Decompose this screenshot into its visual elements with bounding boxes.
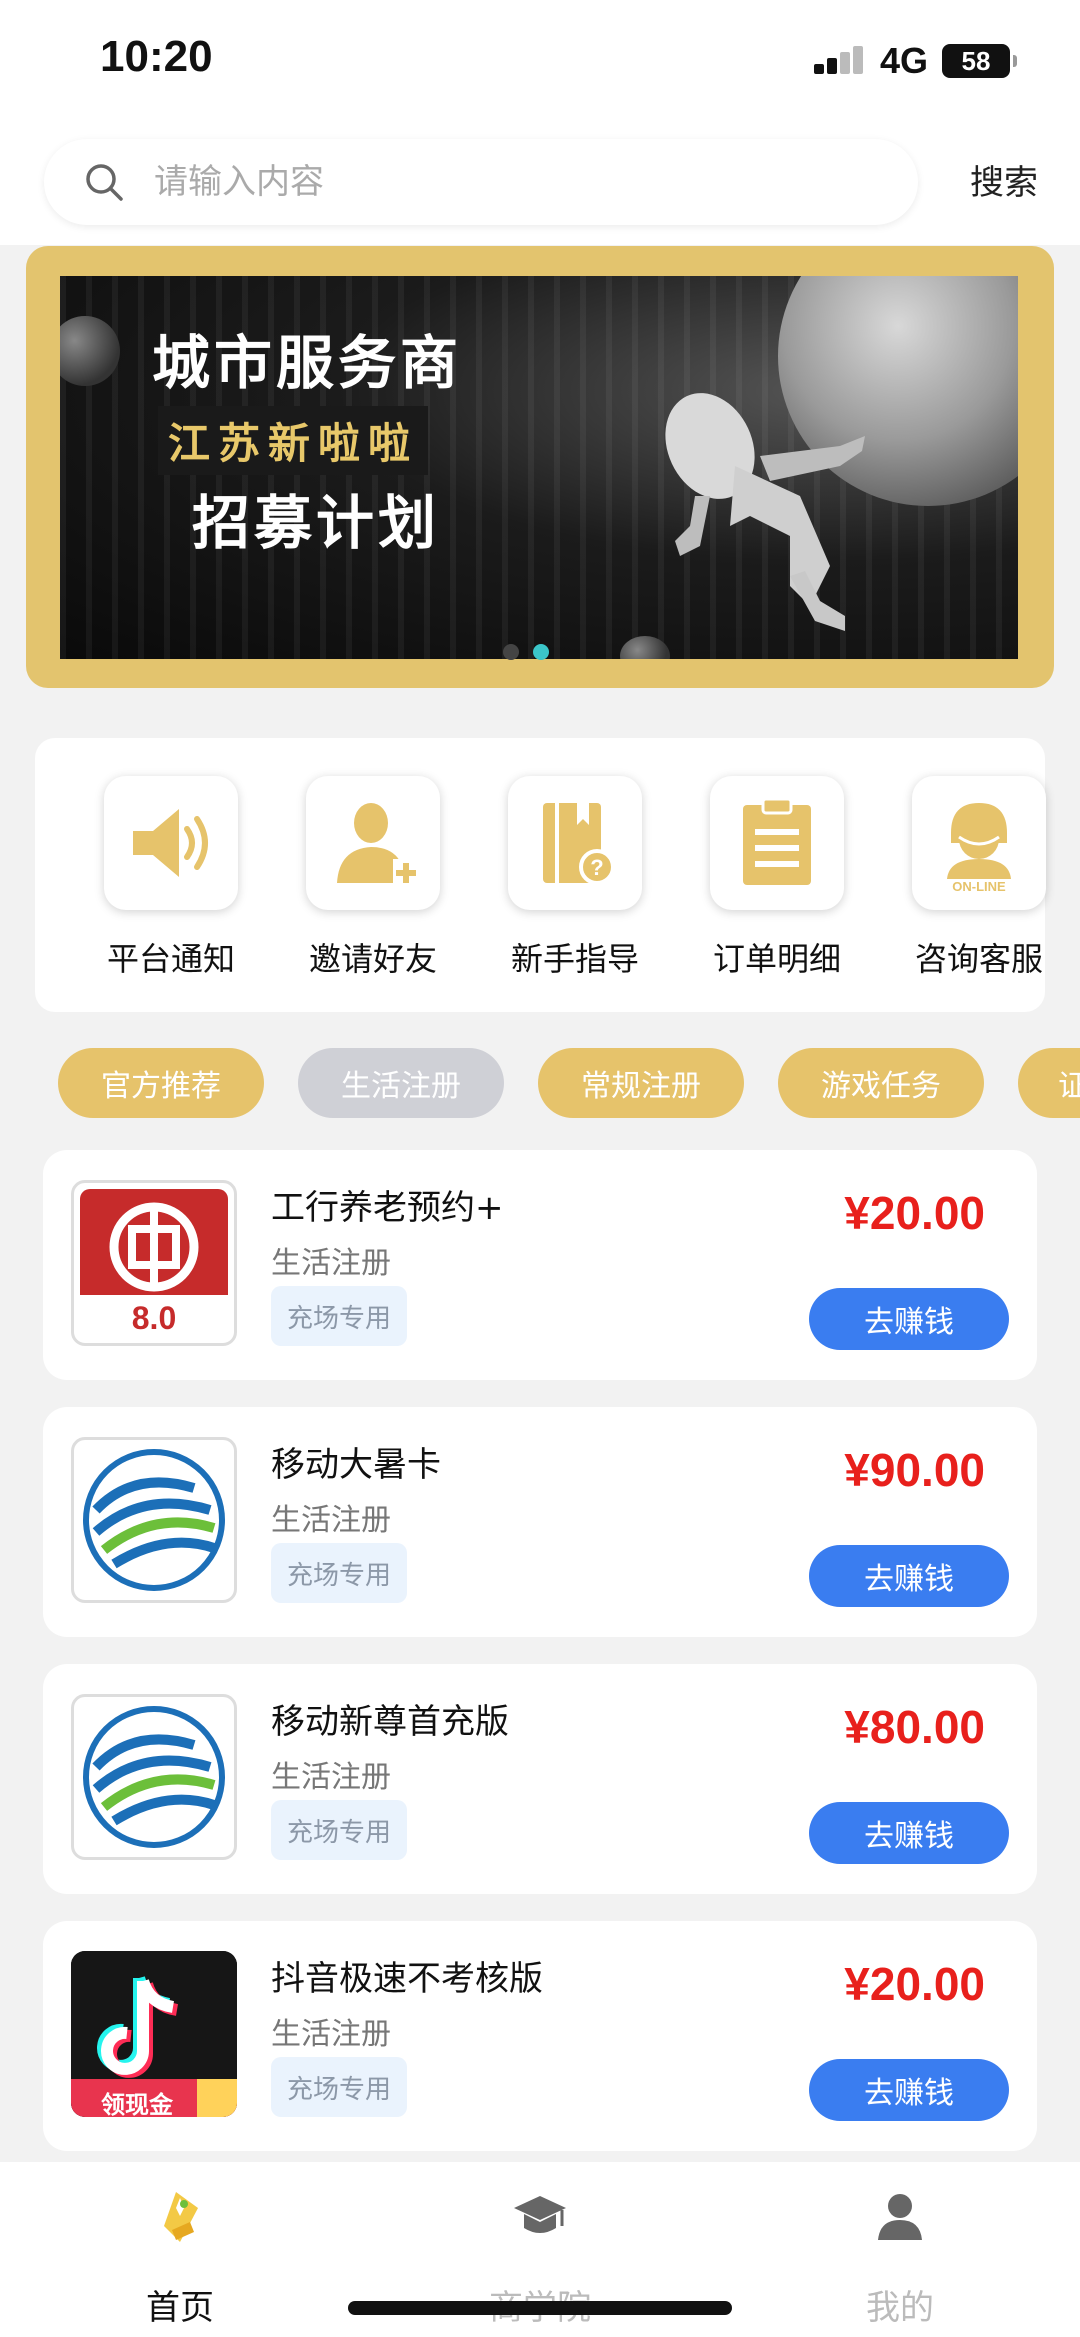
task-card[interactable]: 领现金 抖音极速不考核版 生活注册 充场专用 ¥20.00 去赚钱 xyxy=(43,1921,1037,2151)
china-mobile-logo xyxy=(71,1694,237,1860)
tab-game-task[interactable]: 游戏任务 xyxy=(778,1048,984,1118)
add-user-icon xyxy=(337,803,419,885)
quick-action-guide[interactable]: ? 新手指导 xyxy=(495,776,655,980)
task-name: 移动大暑卡 xyxy=(271,1445,441,1485)
speaker-icon xyxy=(133,809,208,877)
task-category: 生活注册 xyxy=(271,1760,391,1795)
quick-icon-box: ? xyxy=(508,776,642,910)
carousel-dot-active[interactable] xyxy=(533,644,549,660)
nav-profile[interactable]: 我的 xyxy=(800,2186,1000,2329)
quick-action-orders[interactable]: 订单明细 xyxy=(697,776,857,980)
task-card[interactable]: 移动大暑卡 生活注册 充场专用 ¥90.00 去赚钱 xyxy=(43,1407,1037,1637)
tab-life-register[interactable]: 生活注册 xyxy=(298,1048,504,1118)
user-icon xyxy=(878,2194,922,2240)
quick-icon-box xyxy=(710,776,844,910)
quick-icon-box xyxy=(306,776,440,910)
icbc-logo: 8.0 xyxy=(71,1180,237,1346)
clipboard-icon xyxy=(743,797,811,885)
status-bar: 10:20 4G 58 xyxy=(0,0,1080,125)
status-time: 10:20 xyxy=(100,32,213,81)
quick-action-invite[interactable]: 邀请好友 xyxy=(293,776,453,980)
nav-home[interactable]: 首页 xyxy=(80,2186,280,2329)
home-icon xyxy=(164,2192,198,2242)
quick-action-label: 订单明细 xyxy=(712,940,841,978)
guide-book-icon: ? xyxy=(543,803,615,885)
search-box[interactable] xyxy=(44,139,918,225)
task-category: 生活注册 xyxy=(271,1246,391,1281)
banner-title: 城市服务商 xyxy=(152,329,463,397)
task-category: 生活注册 xyxy=(271,2017,391,2052)
task-name: 工行养老预约+ xyxy=(271,1188,504,1228)
search-bar: 搜索 xyxy=(0,125,1080,245)
home-indicator xyxy=(348,2301,732,2315)
banner-image: 城市服务商 江苏新啦啦 招募计划 xyxy=(60,276,1018,659)
quick-action-label: 咨询客服 xyxy=(914,940,1043,978)
promo-banner[interactable]: 城市服务商 江苏新啦啦 招募计划 xyxy=(26,246,1054,688)
banner-subtitle-2: 招募计划 xyxy=(192,489,441,557)
task-badge: 充场专用 xyxy=(271,1543,407,1603)
svg-text:ON-LINE: ON-LINE xyxy=(952,879,1006,893)
douyin-logo: 领现金 xyxy=(71,1951,237,2117)
svg-text:?: ? xyxy=(590,855,603,880)
task-category: 生活注册 xyxy=(271,1503,391,1538)
customer-service-icon: ON-LINE xyxy=(947,803,1011,893)
earn-button[interactable]: 去赚钱 xyxy=(809,2059,1009,2121)
battery-icon: 58 xyxy=(942,44,1017,78)
carousel-dots xyxy=(26,644,1054,660)
svg-text:8.0: 8.0 xyxy=(132,1300,176,1336)
earn-button[interactable]: 去赚钱 xyxy=(809,1802,1009,1864)
signal-icon xyxy=(813,44,866,78)
quick-actions: 平台通知 邀请好友 ? 新手指导 订单明细 ON-LINE 咨询客服 xyxy=(35,738,1046,1012)
task-badge: 充场专用 xyxy=(271,2057,407,2117)
tab-regular-register[interactable]: 常规注册 xyxy=(538,1048,744,1118)
earn-button[interactable]: 去赚钱 xyxy=(809,1288,1009,1350)
task-price: ¥20.00 xyxy=(844,1958,985,2010)
quick-icon-box xyxy=(104,776,238,910)
quick-icon-box: ON-LINE xyxy=(912,776,1046,910)
status-indicators: 4G 58 xyxy=(813,40,1017,82)
tab-more[interactable]: 证 xyxy=(1018,1048,1080,1118)
task-price: ¥90.00 xyxy=(844,1444,985,1496)
graduation-cap-icon xyxy=(514,2196,566,2233)
network-type: 4G xyxy=(879,40,928,81)
earn-button[interactable]: 去赚钱 xyxy=(809,1545,1009,1607)
tab-official[interactable]: 官方推荐 xyxy=(58,1048,264,1118)
quick-action-notice[interactable]: 平台通知 xyxy=(91,776,251,980)
task-badge: 充场专用 xyxy=(271,1800,407,1860)
task-name: 抖音极速不考核版 xyxy=(271,1959,543,1999)
astronaut-graphic xyxy=(665,393,865,631)
china-mobile-logo xyxy=(71,1437,237,1603)
search-button[interactable]: 搜索 xyxy=(970,155,1038,204)
banner-subtitle: 江苏新啦啦 xyxy=(158,406,429,475)
quick-action-label: 平台通知 xyxy=(106,940,235,978)
nav-label: 首页 xyxy=(146,2288,214,2328)
douyin-logo-caption: 领现金 xyxy=(101,2091,173,2117)
search-icon xyxy=(86,164,123,201)
task-card[interactable]: 移动新尊首充版 生活注册 充场专用 ¥80.00 去赚钱 xyxy=(43,1664,1037,1894)
search-input[interactable] xyxy=(154,162,854,202)
quick-action-label: 新手指导 xyxy=(510,940,639,978)
task-price: ¥80.00 xyxy=(844,1701,985,1753)
carousel-dot[interactable] xyxy=(503,644,519,660)
task-card[interactable]: 8.0 工行养老预约+ 生活注册 充场专用 ¥20.00 去赚钱 xyxy=(43,1150,1037,1380)
task-badge: 充场专用 xyxy=(271,1286,407,1346)
task-price: ¥20.00 xyxy=(844,1187,985,1239)
nav-label: 我的 xyxy=(866,2288,934,2328)
category-tabs: 官方推荐 生活注册 常规注册 游戏任务 证 xyxy=(0,1048,1080,1120)
quick-action-support[interactable]: ON-LINE 咨询客服 xyxy=(899,776,1059,980)
quick-action-label: 邀请好友 xyxy=(308,940,437,978)
task-name: 移动新尊首充版 xyxy=(271,1702,509,1742)
